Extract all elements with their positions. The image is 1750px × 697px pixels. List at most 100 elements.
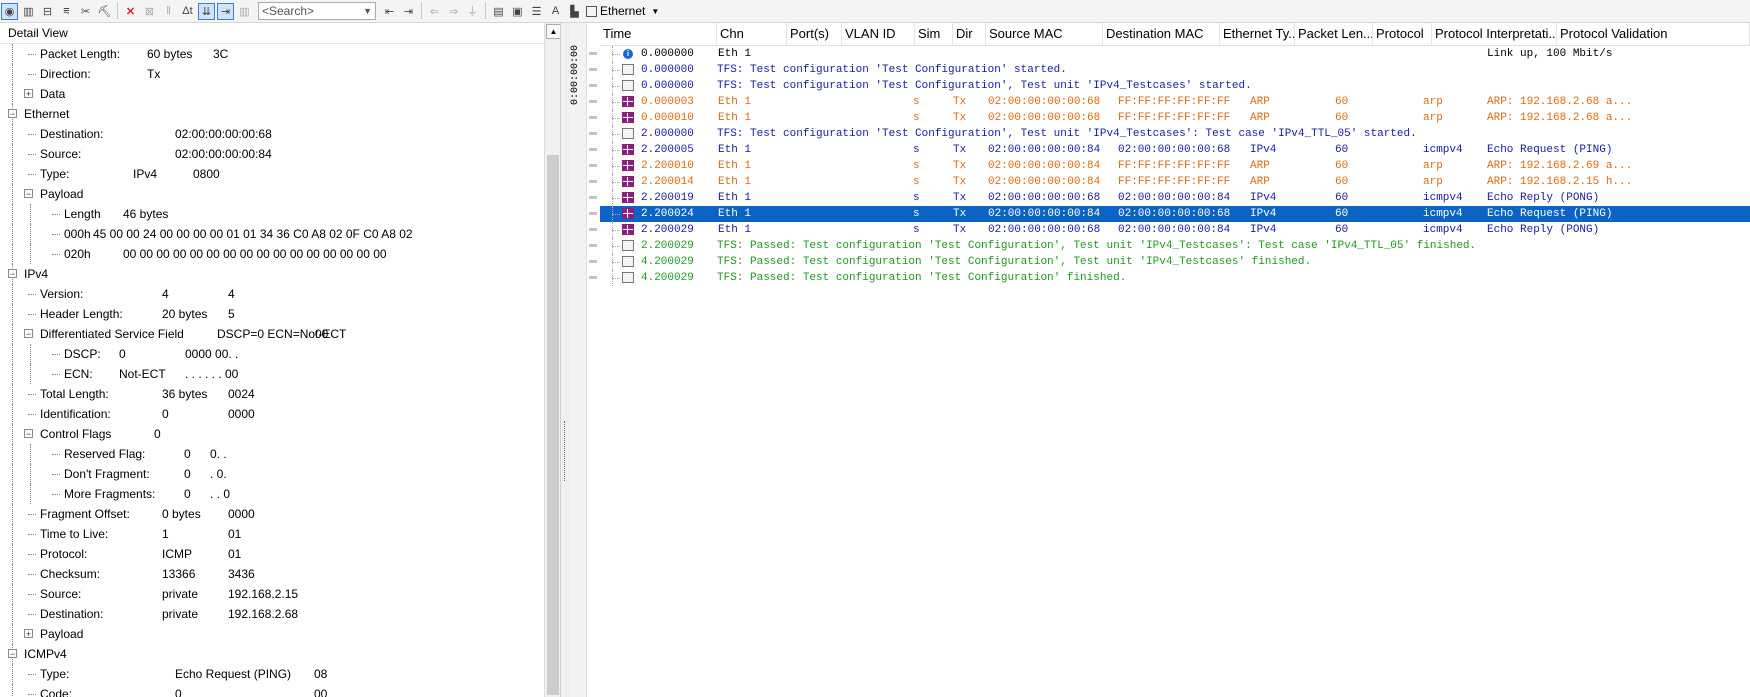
tree-row[interactable]: Destination: 02:00:00:00:00:68 [0, 124, 540, 144]
find-next-icon[interactable]: ⇥ [400, 3, 417, 20]
column-header[interactable]: Dir [953, 23, 986, 45]
column-header[interactable]: Destination MAC [1103, 23, 1220, 45]
tree-row[interactable]: DSCP: 0 0000 00. . [0, 344, 540, 364]
tree-row[interactable]: Type: Echo Request (PING) 08 [0, 664, 540, 684]
column-header[interactable]: Ethernet Ty... [1220, 23, 1295, 45]
tree-row[interactable]: + Payload [0, 624, 540, 644]
column-header[interactable]: Sim [915, 23, 953, 45]
tree-row[interactable]: Header Length: 20 bytes 5 [0, 304, 540, 324]
collapse-icon[interactable]: − [24, 329, 33, 339]
tree-row[interactable]: Length 46 bytes [0, 204, 540, 224]
expand-icon[interactable]: + [24, 629, 33, 639]
find-previous-icon[interactable]: ⇤ [381, 3, 398, 20]
arrow-left-icon[interactable]: ⇐ [426, 3, 443, 20]
collapse-icon[interactable]: − [24, 429, 33, 439]
detail-scrollbar[interactable]: ▲ [544, 23, 561, 697]
statistics-icon[interactable]: ▥ [20, 3, 37, 20]
tree-row[interactable]: − Ethernet [0, 104, 540, 124]
trace-row[interactable]: 2.000000 TFS: Test configuration 'Test Co… [600, 126, 1750, 142]
scrollbar-thumb[interactable] [547, 155, 559, 695]
insert-icon[interactable]: ⇥ [217, 2, 234, 20]
trace-row[interactable]: 0.000000 TFS: Test configuration 'Test Co… [600, 78, 1750, 94]
tree-row[interactable]: Checksum: 13366 3436 [0, 564, 540, 584]
tree-row[interactable]: Identification: 0 0000 [0, 404, 540, 424]
splitter-grip[interactable] [564, 421, 567, 481]
trace-row[interactable]: i 0.000000 Eth 1 Link up, 100 Mbit/s [600, 46, 1750, 62]
chevron-down-icon[interactable]: ▼ [363, 6, 372, 16]
arrow-right-icon[interactable]: ⇒ [445, 3, 462, 20]
column-header[interactable]: Protocol Validation [1557, 23, 1750, 45]
delta-time-icon[interactable]: Δt [179, 3, 196, 20]
tree-row[interactable]: Source: private 192.168.2.15 [0, 584, 540, 604]
tree-row[interactable]: Fragment Offset: 0 bytes 0000 [0, 504, 540, 524]
column-header[interactable]: Packet Len... [1295, 23, 1373, 45]
source-mac-cell: 02:00:00:00:00:84 [988, 176, 1101, 188]
tree-row[interactable]: Type: IPv4 0800 [0, 164, 540, 184]
collapse-icon[interactable]: − [8, 649, 17, 659]
tree-row[interactable]: Time to Live: 1 01 [0, 524, 540, 544]
delete-icon[interactable]: ✕ [122, 3, 139, 20]
folder-icon[interactable]: ▤ [490, 3, 507, 20]
trace-row[interactable]: 2.200010 Eth 1 s Tx 02:00:00:00:00:84 FF:FF:F… [600, 158, 1750, 174]
column-header[interactable]: Source MAC [986, 23, 1103, 45]
collapse-icon[interactable]: − [8, 109, 17, 119]
tree-row[interactable]: − IPv4 [0, 264, 540, 284]
tree-row[interactable]: − ICMPv4 [0, 644, 540, 664]
expand-icon[interactable]: + [24, 89, 33, 99]
tree-row[interactable]: − Control Flags 0 [0, 424, 540, 444]
search-combobox[interactable]: <Search> ▼ [258, 2, 376, 20]
layout-icon[interactable]: ☰ [528, 3, 545, 20]
tree-row[interactable]: Packet Length: 60 bytes 3C [0, 44, 540, 64]
font-size-icon[interactable]: A [547, 3, 564, 20]
column-header[interactable]: VLAN ID [842, 23, 915, 45]
column-header[interactable]: Port(s) [787, 23, 842, 45]
trace-row[interactable]: 4.200029 TFS: Passed: Test configuration … [600, 270, 1750, 286]
columns-icon[interactable]: ▥ [236, 3, 253, 20]
tree-row[interactable]: 020h 00 00 00 00 00 00 00 00 00 00 00 00 … [0, 244, 540, 264]
tree-row[interactable]: − Payload [0, 184, 540, 204]
detail-view-icon[interactable]: ◉ [1, 2, 18, 20]
tree-row[interactable]: Version: 4 4 [0, 284, 540, 304]
column-header[interactable]: Protocol [1373, 23, 1432, 45]
column-header[interactable]: Chn [717, 23, 787, 45]
scroll-up-icon[interactable]: ▲ [546, 24, 561, 39]
tree-row[interactable]: − Differentiated Service Field DSCP=0 ECN=… [0, 324, 540, 344]
trace-row[interactable]: 2.200024 Eth 1 s Tx 02:00:00:00:00:84 02:00:0… [600, 206, 1750, 222]
tree-row[interactable]: Don't Fragment: 0 . 0. [0, 464, 540, 484]
marker-icon[interactable]: ⏚ [464, 3, 481, 20]
trace-row[interactable]: 2.200019 Eth 1 s Tx 02:00:00:00:00:68 02:00:0… [600, 190, 1750, 206]
tree-row[interactable]: Reserved Flag: 0 0. . [0, 444, 540, 464]
trace-row[interactable]: 0.000003 Eth 1 s Tx 02:00:00:00:00:68 FF:FF:F… [600, 94, 1750, 110]
clear-icon[interactable]: ⊠ [141, 3, 158, 20]
tree-row[interactable]: ECN: Not-ECT . . . . . . 00 [0, 364, 540, 384]
trace-row[interactable]: 4.200029 TFS: Passed: Test configuration … [600, 254, 1750, 270]
tree-row[interactable]: Protocol: ICMP 01 [0, 544, 540, 564]
toggle-filter-icon[interactable]: ⩳ [58, 3, 75, 20]
tree-row[interactable]: Code: 0 00 [0, 684, 540, 697]
tree-row[interactable]: + Data [0, 84, 540, 104]
autoscroll-icon[interactable]: ⇊ [198, 2, 215, 20]
pause-icon[interactable]: ‖ [160, 3, 177, 20]
tree-row[interactable]: Destination: private 192.168.2.68 [0, 604, 540, 624]
scissors-icon[interactable]: ✂ [77, 3, 94, 20]
collapse-icon[interactable]: − [8, 269, 17, 279]
trace-row[interactable]: 2.200014 Eth 1 s Tx 02:00:00:00:00:84 FF:FF:F… [600, 174, 1750, 190]
tree-row[interactable]: 000h 45 00 00 24 00 00 00 00 01 01 34 36 … [0, 224, 540, 244]
tree-row[interactable]: Source: 02:00:00:00:00:84 [0, 144, 540, 164]
trace-row[interactable]: 0.000000 TFS: Test configuration 'Test Co… [600, 62, 1750, 78]
chart-icon[interactable]: ▙ [566, 3, 583, 20]
bus-selector[interactable]: Ethernet ▼ [586, 4, 659, 18]
trace-row[interactable]: 2.200005 Eth 1 s Tx 02:00:00:00:00:84 02:00:0… [600, 142, 1750, 158]
collapse-icon[interactable]: − [24, 189, 33, 199]
trace-row[interactable]: 0.000010 Eth 1 s Tx 02:00:00:00:00:68 FF:FF:F… [600, 110, 1750, 126]
column-header[interactable]: Time [600, 23, 717, 45]
tree-row[interactable]: More Fragments: 0 . . 0 [0, 484, 540, 504]
tree-row[interactable]: Total Length: 36 bytes 0024 [0, 384, 540, 404]
tree-row[interactable]: Direction: Tx [0, 64, 540, 84]
trace-row[interactable]: 2.200029 TFS: Passed: Test configuration … [600, 238, 1750, 254]
trace-row[interactable]: 2.200029 Eth 1 s Tx 02:00:00:00:00:68 02:00:0… [600, 222, 1750, 238]
folder-add-icon[interactable]: ▣ [509, 3, 526, 20]
binoculars-icon[interactable]: ⛏ [96, 3, 113, 20]
column-header[interactable]: Protocol Interpretati... [1432, 23, 1557, 45]
filter-icon[interactable]: ⊟ [39, 3, 56, 20]
